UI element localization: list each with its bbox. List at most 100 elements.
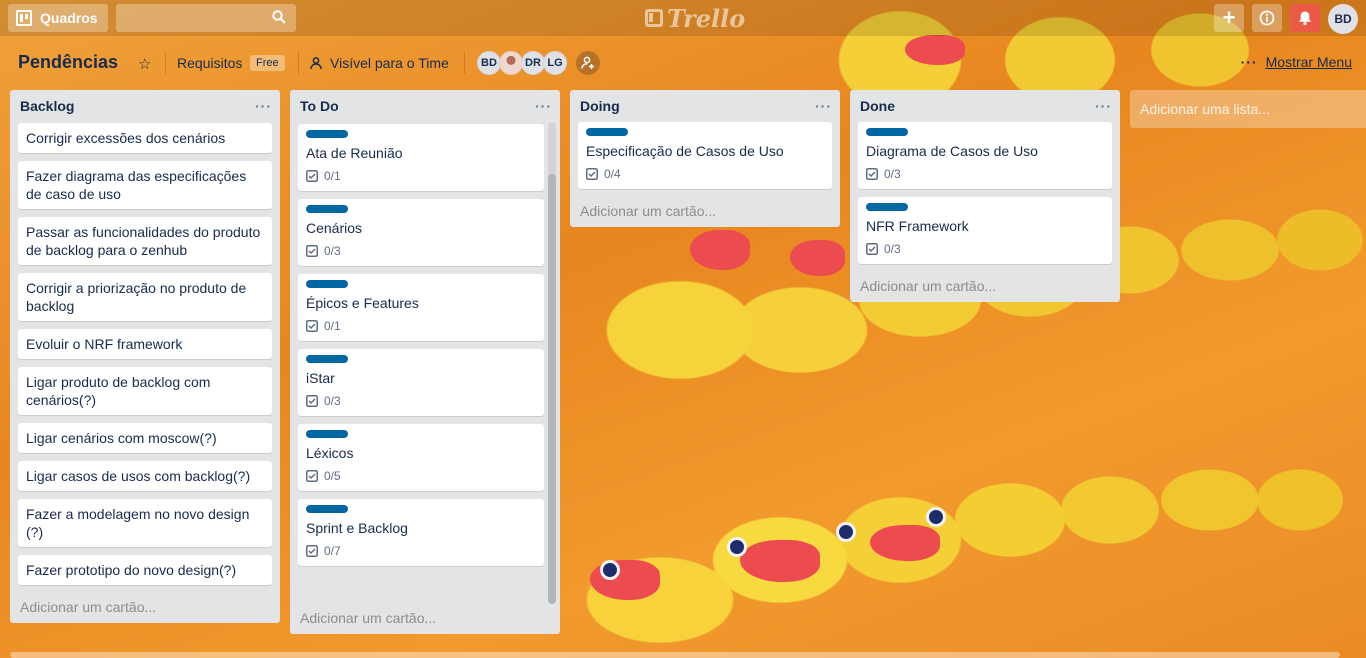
card-label <box>306 205 348 213</box>
trello-logo[interactable]: Trello <box>645 4 745 33</box>
visibility-button[interactable]: Visível para o Time <box>310 55 449 71</box>
card[interactable]: Diagrama de Casos de Uso 0/3 <box>858 122 1112 189</box>
scrollbar-thumb[interactable] <box>548 174 556 604</box>
member-avatar[interactable]: DR <box>521 51 545 75</box>
card-list: Especificação de Casos de Uso 0/4 <box>570 122 840 189</box>
duck-eye <box>600 560 620 580</box>
checklist-icon <box>866 168 878 180</box>
card[interactable]: Fazer diagrama das especificações de cas… <box>18 161 272 209</box>
divider <box>464 52 465 74</box>
create-button[interactable]: + <box>1214 4 1244 32</box>
list-header[interactable]: To Do ··· <box>290 90 560 122</box>
card-list: Ata de Reunião 0/1 Cenários 0/3 Épicos e… <box>290 122 560 566</box>
member-avatar[interactable]: BD <box>477 51 501 75</box>
duck-eye <box>836 522 856 542</box>
board-title[interactable]: Pendências <box>18 52 118 73</box>
member-avatar[interactable] <box>499 51 523 75</box>
add-card-button[interactable]: Adicionar um cartão... <box>290 604 560 634</box>
list-header[interactable]: Doing ··· <box>570 90 840 122</box>
divider <box>298 52 299 74</box>
member-avatar[interactable]: LG <box>543 51 567 75</box>
card[interactable]: Ligar produto de backlog com cenários(?) <box>18 367 272 415</box>
list-title[interactable]: To Do <box>300 98 339 114</box>
list-title[interactable]: Done <box>860 98 895 114</box>
card[interactable]: Sprint e Backlog 0/7 <box>298 499 544 566</box>
card-title: Épicos e Features <box>306 295 419 311</box>
plus-icon: + <box>1222 5 1236 30</box>
user-avatar[interactable]: BD <box>1328 4 1358 34</box>
info-icon <box>1259 10 1275 26</box>
checklist-count: 0/3 <box>324 244 341 258</box>
star-icon[interactable]: ☆ <box>138 55 151 73</box>
checklist-badge: 0/3 <box>306 242 536 260</box>
add-card-button[interactable]: Adicionar um cartão... <box>10 593 280 623</box>
boards-button[interactable]: Quadros <box>8 4 108 32</box>
add-list-button[interactable]: Adicionar uma lista... <box>1130 90 1366 128</box>
duck-eye <box>727 537 747 557</box>
card[interactable]: Fazer prototipo do novo design(?) <box>18 555 272 585</box>
card-label <box>866 203 908 211</box>
list-title[interactable]: Backlog <box>20 98 74 114</box>
card[interactable]: Corrigir a priorização no produto de bac… <box>18 273 272 321</box>
card[interactable]: Fazer a modelagem no novo design (?) <box>18 499 272 547</box>
duck-eye <box>926 507 946 527</box>
checklist-count: 0/3 <box>884 242 901 256</box>
list-header[interactable]: Done ··· <box>850 90 1120 122</box>
card[interactable]: NFR Framework 0/3 <box>858 197 1112 264</box>
checklist-count: 0/5 <box>324 469 341 483</box>
card[interactable]: Especificação de Casos de Uso 0/4 <box>578 122 832 189</box>
card-label <box>586 128 628 136</box>
team-link[interactable]: Requisitos <box>177 55 242 71</box>
card[interactable]: Léxicos 0/5 <box>298 424 544 491</box>
checklist-icon <box>866 243 878 255</box>
list-menu-icon[interactable]: ··· <box>1095 98 1112 114</box>
card[interactable]: Passar as funcionalidades do produto de … <box>18 217 272 265</box>
search-input[interactable] <box>116 4 296 32</box>
add-card-button[interactable]: Adicionar um cartão... <box>570 197 840 227</box>
card[interactable]: Épicos e Features 0/1 <box>298 274 544 341</box>
card-title: Léxicos <box>306 445 354 461</box>
card[interactable]: Ligar cenários com moscow(?) <box>18 423 272 453</box>
duck-beak <box>905 35 965 65</box>
checklist-badge: 0/7 <box>306 542 536 560</box>
list-title[interactable]: Doing <box>580 98 620 114</box>
add-card-button[interactable]: Adicionar um cartão... <box>850 272 1120 302</box>
list-menu-icon[interactable]: ··· <box>535 98 552 114</box>
card-label <box>306 280 348 288</box>
list-menu-icon[interactable]: ··· <box>255 98 272 114</box>
card-title: NFR Framework <box>866 218 969 234</box>
checklist-count: 0/3 <box>884 167 901 181</box>
list-backlog: Backlog ··· Corrigir excessões dos cenár… <box>10 90 280 623</box>
checklist-icon <box>306 470 318 482</box>
horizontal-scrollbar[interactable] <box>10 652 1340 658</box>
card[interactable]: iStar 0/3 <box>298 349 544 416</box>
card-label <box>866 128 908 136</box>
card[interactable]: Cenários 0/3 <box>298 199 544 266</box>
list-header[interactable]: Backlog ··· <box>10 90 280 122</box>
visibility-label: Visível para o Time <box>330 55 449 71</box>
list-done: Done ··· Diagrama de Casos de Uso 0/3 NF… <box>850 90 1120 302</box>
list-menu-icon[interactable]: ··· <box>815 98 832 114</box>
show-menu-button[interactable]: ··· Mostrar Menu <box>1241 54 1352 70</box>
add-member-button[interactable] <box>576 51 600 75</box>
card[interactable]: Ata de Reunião 0/1 <box>298 124 544 191</box>
duck-beak <box>790 240 845 276</box>
notifications-button[interactable] <box>1290 4 1320 32</box>
info-button[interactable] <box>1252 4 1282 32</box>
card[interactable]: Evoluir o NRF framework <box>18 329 272 359</box>
search-icon[interactable] <box>272 10 286 24</box>
bell-icon <box>1299 11 1311 26</box>
divider <box>165 52 166 74</box>
card-scroll-area[interactable]: Ata de Reunião 0/1 Cenários 0/3 Épicos e… <box>290 122 560 604</box>
card[interactable]: Corrigir excessões dos cenários <box>18 123 272 153</box>
card-title: Ata de Reunião <box>306 145 403 161</box>
card-title: Especificação de Casos de Uso <box>586 143 784 159</box>
card-list: Diagrama de Casos de Uso 0/3 NFR Framewo… <box>850 122 1120 264</box>
card-label <box>306 505 348 513</box>
checklist-icon <box>306 320 318 332</box>
checklist-count: 0/3 <box>324 394 341 408</box>
checklist-count: 0/1 <box>324 319 341 333</box>
checklist-icon <box>586 168 598 180</box>
checklist-badge: 0/3 <box>866 165 1104 183</box>
card[interactable]: Ligar casos de usos com backlog(?) <box>18 461 272 491</box>
